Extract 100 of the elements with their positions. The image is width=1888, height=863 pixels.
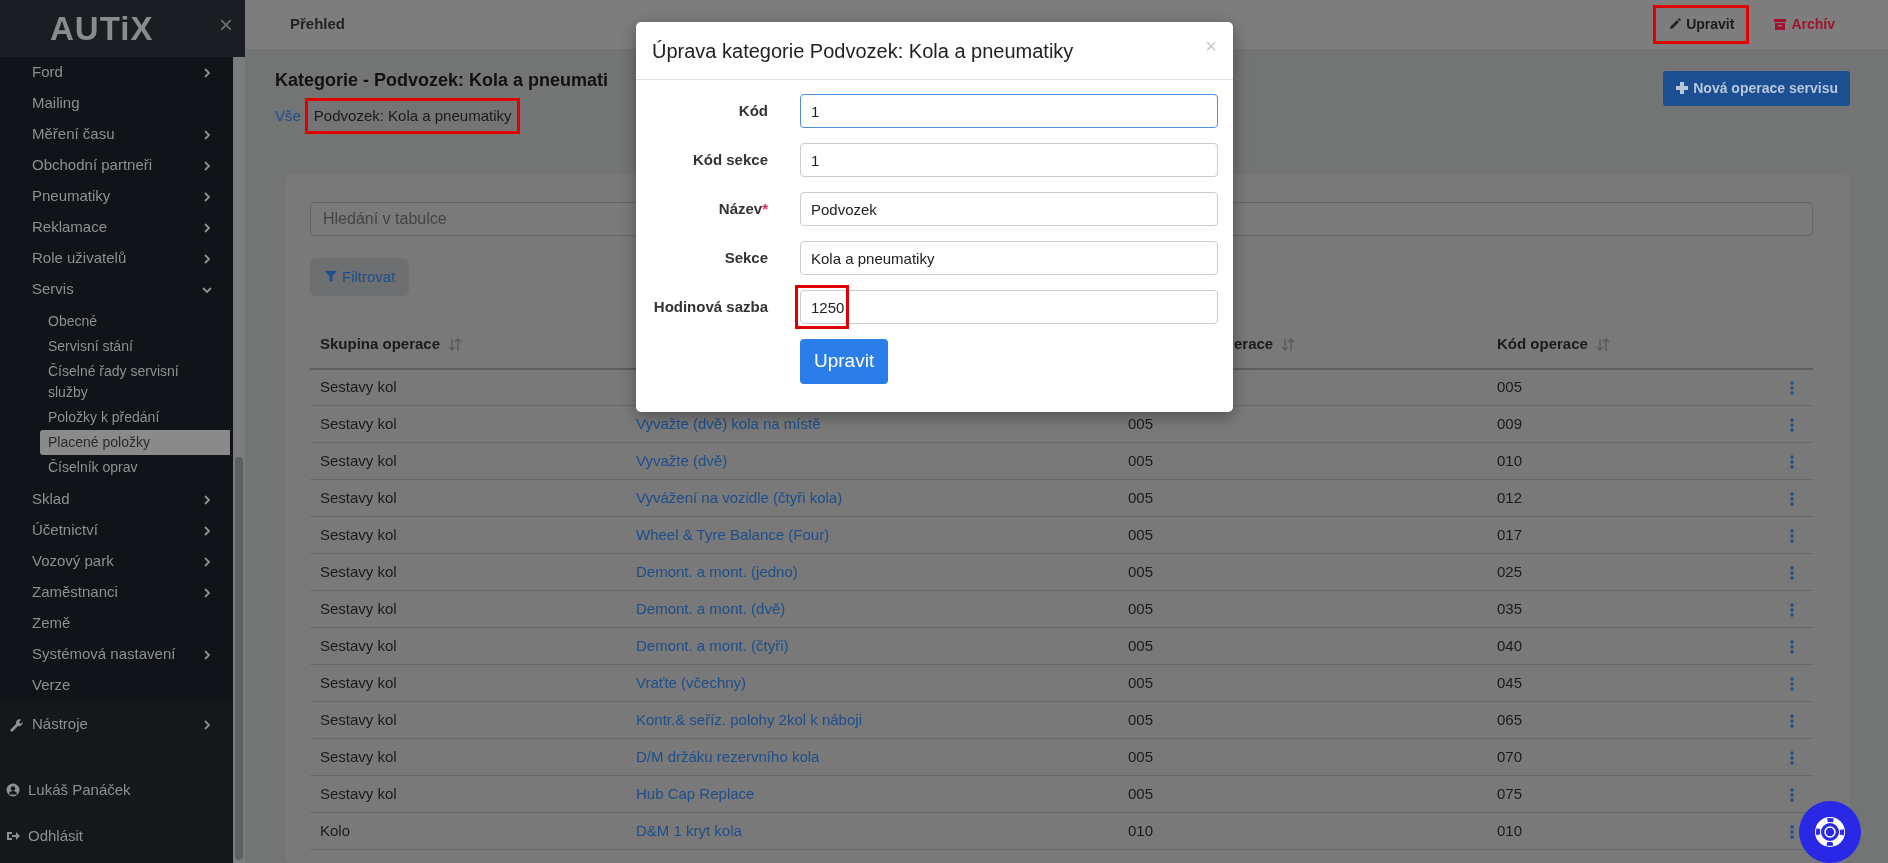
edit-link[interactable]: Upravit (1668, 13, 1735, 35)
logo: AUTiX (50, 8, 154, 49)
table-cell: Sestavy kol (320, 452, 397, 470)
table-cell: Sestavy kol (320, 637, 397, 655)
submenu-item[interactable]: Servisní stání (40, 334, 230, 359)
sidebar-item[interactable]: Účetnictví (0, 515, 233, 546)
table-cell: 005 (1128, 748, 1154, 766)
more-icon[interactable] (1789, 788, 1794, 803)
overview-tab[interactable]: Přehled (290, 13, 346, 36)
sidebar-item[interactable]: Role uživatelů (0, 243, 233, 274)
wrench-icon (8, 716, 24, 733)
more-icon[interactable] (1789, 751, 1794, 766)
table-cell: Sestavy kol (320, 785, 397, 803)
sidebar-item[interactable]: Měření času (0, 119, 233, 150)
more-icon[interactable] (1789, 640, 1794, 655)
more-icon[interactable] (1789, 825, 1794, 840)
table-cell: Kolo (320, 822, 351, 840)
user-link[interactable]: Lukáš Panáček (0, 771, 233, 809)
more-icon[interactable] (1789, 677, 1794, 692)
table-cell: 005 (1128, 711, 1154, 729)
sidebar-item[interactable]: Sklad (0, 484, 233, 515)
sidebar-item[interactable]: Ford (0, 57, 233, 88)
more-icon[interactable] (1789, 455, 1794, 470)
logout-link[interactable]: Odhlásit (0, 817, 233, 855)
lifebuoy-icon (1814, 816, 1846, 848)
column-header[interactable]: Skupina operace (320, 333, 441, 356)
submenu-item[interactable]: Číselník oprav (40, 455, 230, 480)
dialog-title: Úprava kategorie Podvozek: Kola a pneumatiky (652, 39, 1074, 64)
sort-icon (1595, 337, 1610, 352)
plus-icon (1675, 81, 1690, 96)
submenu-item[interactable]: Obecné (40, 309, 230, 334)
table-cell: 005 (1128, 563, 1154, 581)
field-label: Sekce (724, 248, 768, 266)
archive-icon (1773, 17, 1788, 32)
sidebar-item[interactable]: Verze (0, 670, 233, 701)
table-cell: Sestavy kol (320, 489, 397, 507)
table-cell: 010 (1497, 822, 1523, 840)
user-icon (6, 783, 20, 797)
more-icon[interactable] (1789, 714, 1794, 729)
sort-icon (448, 337, 463, 352)
sidebar-item[interactable]: Mailing (0, 88, 233, 119)
table-cell: 012 (1497, 489, 1523, 507)
table-cell: 040 (1497, 637, 1523, 655)
table-cell: 025 (1497, 563, 1523, 581)
required-mark: * (762, 199, 768, 217)
sidebar-item[interactable]: Země (0, 608, 233, 639)
sidebar-item[interactable]: Obchodní partneři (0, 150, 233, 181)
more-icon[interactable] (1789, 492, 1794, 507)
table-cell: Sestavy kol (320, 674, 397, 692)
table-cell: 010 (1497, 452, 1523, 470)
table-cell: Sestavy kol (320, 600, 397, 618)
sidebar-item[interactable]: Reklamace (0, 212, 233, 243)
more-icon[interactable] (1789, 603, 1794, 618)
sidebar-item[interactable]: Pneumatiky (0, 181, 233, 212)
more-icon[interactable] (1789, 418, 1794, 433)
column-header[interactable]: erace (1234, 333, 1274, 356)
table-cell: 070 (1497, 748, 1523, 766)
submenu-item[interactable]: Placené položky (40, 430, 230, 455)
table-cell: 005 (1128, 452, 1154, 470)
sort-icon (1281, 337, 1296, 352)
input-field[interactable]: 1 (800, 143, 1218, 177)
more-icon[interactable] (1789, 529, 1794, 544)
table-cell: Sestavy kol (320, 415, 397, 433)
more-icon[interactable] (1789, 566, 1794, 581)
table-cell: 075 (1497, 785, 1523, 803)
logout-icon (6, 829, 20, 843)
table-cell: 005 (1128, 489, 1154, 507)
sidebar-item[interactable]: Systémová nastavení (0, 639, 233, 670)
table-cell: 005 (1128, 637, 1154, 655)
table-cell: 045 (1497, 674, 1523, 692)
input-field[interactable]: Kola a pneumatiky (800, 241, 1218, 275)
input-field[interactable]: 1 (800, 94, 1218, 128)
table-cell: 065 (1497, 711, 1523, 729)
scrollbar[interactable] (233, 57, 245, 863)
more-icon[interactable] (1789, 381, 1794, 396)
sidebar-item[interactable]: Nástroje (0, 709, 233, 740)
table-cell: 017 (1497, 526, 1523, 544)
field-label: Název (718, 199, 763, 217)
submit-button[interactable]: Upravit (800, 339, 889, 384)
sidebar-item[interactable]: Zaměstnanci (0, 577, 233, 608)
table-cell: 005 (1128, 674, 1154, 692)
new-operation-button[interactable]: Nová operace servisu (1663, 70, 1850, 106)
input-field[interactable]: 1250 (800, 290, 1218, 324)
table-cell: Sestavy kol (320, 748, 397, 766)
input-field[interactable]: Podvozek (800, 192, 1218, 226)
submenu-item[interactable]: Položky k předání (40, 405, 230, 430)
table-cell: Sestavy kol (320, 378, 397, 396)
column-header[interactable]: Kód operace (1497, 333, 1588, 356)
table-cell: Sestavy kol (320, 526, 397, 544)
breadcrumb-item: Podvozek: Kola a pneumatiky (313, 106, 512, 124)
field-label: Hodinová sazba (653, 297, 768, 315)
table-cell: 009 (1497, 415, 1523, 433)
submenu-item[interactable]: Číselné řady servisní služby (40, 359, 230, 405)
page-title: Kategorie - Podvozek: Kola a pneumati (275, 68, 609, 92)
table-cell: Sestavy kol (320, 563, 397, 581)
table-cell: 005 (1128, 526, 1154, 544)
close-button[interactable]: × (219, 13, 233, 37)
sidebar-item[interactable]: Servis (0, 274, 233, 305)
sidebar-item[interactable]: Vozový park (0, 546, 233, 577)
table-cell: 035 (1497, 600, 1523, 618)
